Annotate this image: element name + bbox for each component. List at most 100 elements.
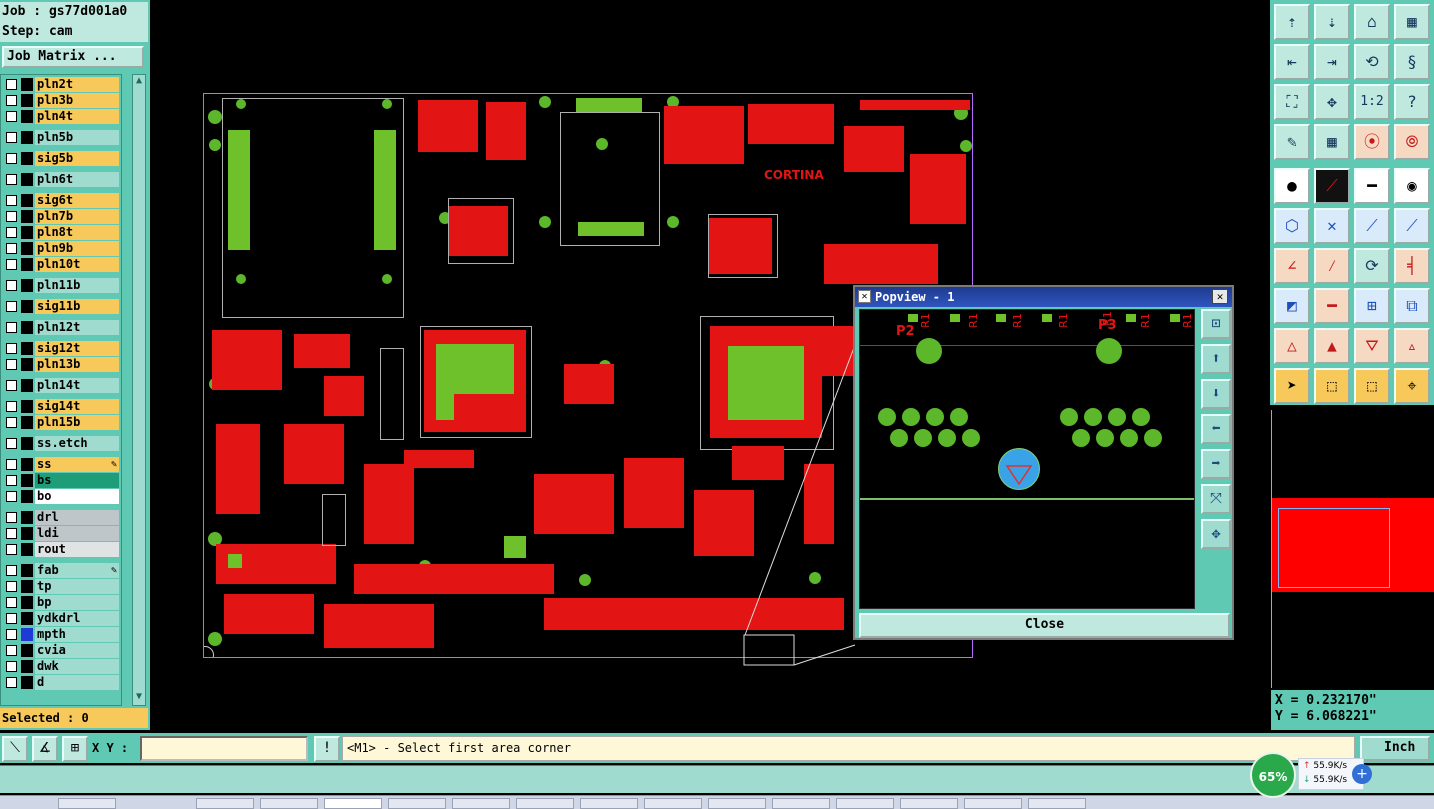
select-pointer-icon[interactable]: ➤ — [1274, 368, 1310, 404]
rotate-icon[interactable]: ⟲ — [1354, 44, 1390, 80]
taskbar-item-active[interactable] — [324, 798, 382, 809]
layer-row-pln4t[interactable]: pln4t — [3, 109, 119, 124]
overview-viewport[interactable] — [1278, 508, 1390, 588]
layer-checkbox[interactable] — [6, 174, 17, 185]
page-up-icon[interactable]: ⇡ — [1274, 4, 1310, 40]
layer-row-pln5b[interactable]: pln5b — [3, 130, 119, 145]
grid-icon[interactable]: ▦ — [1314, 124, 1350, 160]
line-tool-icon[interactable]: ⟋ — [1354, 208, 1390, 244]
zoom-one-to-two-icon[interactable]: 1:2 — [1354, 84, 1390, 120]
netlist-icon[interactable]: ⦿ — [1354, 124, 1390, 160]
scroll-up-icon[interactable]: ▲ — [132, 74, 146, 88]
taskbar-item[interactable] — [58, 798, 116, 809]
select-box-alt-icon[interactable]: ⬚ — [1354, 368, 1390, 404]
layer-checkbox[interactable] — [6, 565, 17, 576]
zoom-window-icon[interactable]: ⊡ — [1201, 309, 1231, 339]
layer-row-ss-etch[interactable]: ss.etch — [3, 436, 119, 451]
shape-select-icon[interactable]: ◩ — [1274, 288, 1310, 324]
palette-icon[interactable]: ✎ — [1274, 124, 1310, 160]
window-split-icon[interactable]: ▦ — [1394, 4, 1430, 40]
layer-checkbox[interactable] — [6, 259, 17, 270]
layer-checkbox[interactable] — [6, 132, 17, 143]
triangle-icon[interactable]: ▲ — [1314, 328, 1350, 364]
taskbar-item[interactable] — [644, 798, 702, 809]
frame-icon[interactable]: ⊞ — [1354, 288, 1390, 324]
pan-up-icon[interactable]: ⬆ — [1201, 344, 1231, 374]
layer-checkbox[interactable] — [6, 301, 17, 312]
unit-select[interactable]: Inch ━ — [1360, 736, 1430, 774]
pan-left-icon[interactable]: ⬅ — [1201, 414, 1231, 444]
layer-row-ldi[interactable]: ldi — [3, 526, 119, 541]
layer-row-pln9b[interactable]: pln9b — [3, 241, 119, 256]
layer-row-pln11b[interactable]: pln11b — [3, 278, 119, 293]
zoom-center-icon[interactable]: ✥ — [1314, 84, 1350, 120]
layer-row-d[interactable]: d — [3, 675, 119, 690]
layer-row-mpth[interactable]: mpth — [3, 627, 119, 642]
layer-checkbox[interactable] — [6, 79, 17, 90]
layer-checkbox[interactable] — [6, 528, 17, 539]
xy-input[interactable] — [140, 736, 308, 761]
taskbar-item[interactable] — [580, 798, 638, 809]
layer-row-rout[interactable]: rout — [3, 542, 119, 557]
measure-icon[interactable]: ⟋ — [1314, 168, 1350, 204]
popview-close-button[interactable]: Close — [859, 613, 1230, 638]
layer-checkbox[interactable] — [6, 629, 17, 640]
layer-row-pln12t[interactable]: pln12t — [3, 320, 119, 335]
drill-icon[interactable]: ◉ — [1394, 168, 1430, 204]
layer-row-sig14t[interactable]: sig14t — [3, 399, 119, 414]
taskbar-item[interactable] — [900, 798, 958, 809]
layer-checkbox[interactable] — [6, 322, 17, 333]
triangle-measure-icon[interactable]: △ — [1274, 328, 1310, 364]
taskbar-item[interactable] — [1028, 798, 1086, 809]
page-down-icon[interactable]: ⇣ — [1314, 4, 1350, 40]
pan-down-icon[interactable]: ⬇ — [1201, 379, 1231, 409]
zoom-home-icon[interactable]: ✥ — [1201, 519, 1231, 549]
zoom-fit-icon[interactable]: ⛶ — [1274, 84, 1310, 120]
group-icon[interactable]: ⧉ — [1394, 288, 1430, 324]
cross-icon[interactable]: ✕ — [1314, 208, 1350, 244]
layer-checkbox[interactable] — [6, 195, 17, 206]
layer-row-bo[interactable]: bo — [3, 489, 119, 504]
layer-row-cvia[interactable]: cvia — [3, 643, 119, 658]
layer-checkbox[interactable] — [6, 401, 17, 412]
layer-checkbox[interactable] — [6, 280, 17, 291]
layer-checkbox[interactable] — [6, 544, 17, 555]
line-node-icon[interactable]: ⟋ — [1394, 208, 1430, 244]
layer-row-fab[interactable]: fab ✎ — [3, 563, 119, 578]
layer-checkbox[interactable] — [6, 512, 17, 523]
alert-icon[interactable]: ! — [314, 736, 340, 762]
taskbar-item[interactable] — [836, 798, 894, 809]
layer-row-sig6t[interactable]: sig6t — [3, 193, 119, 208]
select-net-icon[interactable]: ⌖ — [1394, 368, 1430, 404]
layer-row-ss[interactable]: ss ✎ — [3, 457, 119, 472]
layer-row-pln8t[interactable]: pln8t — [3, 225, 119, 240]
layer-checkbox[interactable] — [6, 491, 17, 502]
snap-grid-icon[interactable]: ⊞ — [62, 736, 88, 762]
layer-checkbox[interactable] — [6, 111, 17, 122]
snap-angle-icon[interactable]: ∡ — [32, 736, 58, 762]
layer-checkbox[interactable] — [6, 677, 17, 688]
taskbar-item[interactable] — [516, 798, 574, 809]
taskbar-item[interactable] — [388, 798, 446, 809]
layer-checkbox[interactable] — [6, 343, 17, 354]
layer-row-pln2t[interactable]: pln2t — [3, 77, 119, 92]
layer-scrollbar[interactable] — [132, 74, 146, 706]
layer-checkbox[interactable] — [6, 211, 17, 222]
layer-row-tp[interactable]: tp — [3, 579, 119, 594]
snap-icon[interactable]: ⟍ — [2, 736, 28, 762]
layer-row-ydkdrl[interactable]: ydkdrl — [3, 611, 119, 626]
layer-row-sig5b[interactable]: sig5b — [3, 151, 119, 166]
pan-right-icon[interactable]: ⇥ — [1314, 44, 1350, 80]
layer-checkbox[interactable] — [6, 417, 17, 428]
pan-left-icon[interactable]: ⇤ — [1274, 44, 1310, 80]
overview-map[interactable] — [1271, 410, 1434, 688]
angle-icon[interactable]: ∠ — [1274, 248, 1310, 284]
layer-row-bp[interactable]: bp — [3, 595, 119, 610]
job-matrix-button[interactable]: Job Matrix ... — [2, 46, 144, 68]
layer-row-pln10t[interactable]: pln10t — [3, 257, 119, 272]
layer-row-pln15b[interactable]: pln15b — [3, 415, 119, 430]
select-box-icon[interactable]: ⬚ — [1314, 368, 1350, 404]
popview-title[interactable]: Popview - 1 — [855, 287, 1232, 307]
layer-checkbox[interactable] — [6, 645, 17, 656]
triangle-tool-icon[interactable]: ▵ — [1394, 328, 1430, 364]
